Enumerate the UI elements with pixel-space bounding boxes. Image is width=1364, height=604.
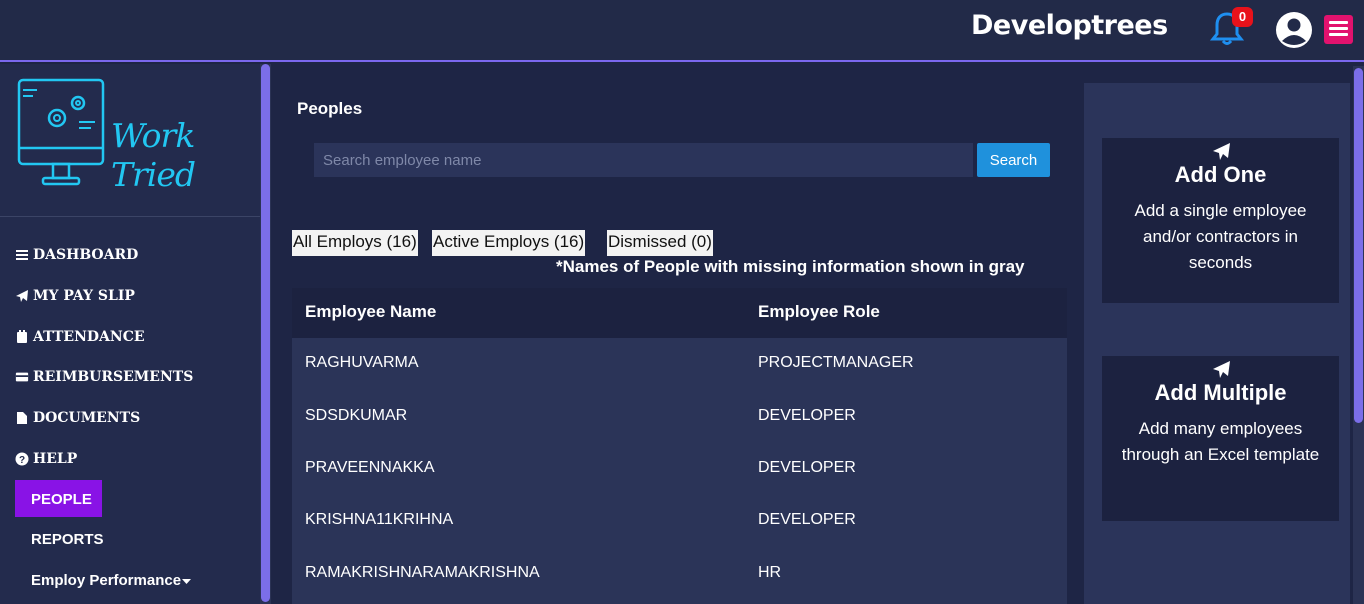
sidebar-item-label: REIMBURSEMENTS — [33, 369, 194, 385]
search-button[interactable]: Search — [977, 143, 1050, 177]
employee-role-cell: DEVELOPER — [758, 459, 856, 476]
sidebar-divider — [0, 216, 260, 217]
sidebar-item-documents[interactable]: DOCUMENTS — [15, 410, 140, 426]
main-scrollbar-thumb[interactable] — [1354, 68, 1363, 423]
sidebar-item-label: PEOPLE — [31, 491, 92, 508]
menu-line — [1329, 27, 1348, 30]
table-row[interactable]: PRAVEENNAKKA DEVELOPER — [292, 443, 1067, 495]
employee-name-cell[interactable]: KRISHNA11KRIHNA — [305, 511, 453, 529]
table-body: RAGHUVARMA PROJECTMANAGER SDSDKUMAR DEVE… — [292, 338, 1067, 604]
table-row[interactable]: SDSDKUMAR DEVELOPER — [292, 391, 1067, 443]
employee-name-cell[interactable]: SDSDKUMAR — [305, 407, 407, 425]
employee-role-cell: DEVELOPER — [758, 407, 856, 424]
sidebar-item-label: DASHBOARD — [33, 247, 139, 263]
filter-dismissed[interactable]: Dismissed (0) — [607, 230, 713, 256]
add-multiple-description: Add many employees through an Excel temp… — [1121, 419, 1320, 464]
brand-title: Developtrees — [971, 10, 1168, 41]
table-row[interactable]: RAMAKRISHNARAMAKRISHNA HR — [292, 548, 1067, 600]
employee-role-cell: DEVELOPER — [758, 511, 856, 528]
sidebar-item-attendance[interactable]: ATTENDANCE — [15, 329, 145, 345]
hamburger-menu-button[interactable] — [1324, 15, 1353, 44]
menu-line — [1329, 33, 1348, 36]
sidebar-item-help[interactable]: ? HELP — [15, 451, 77, 467]
question-circle-icon: ? — [15, 452, 29, 466]
credit-card-icon — [15, 372, 29, 382]
add-one-title: Add One — [1174, 162, 1267, 187]
sidebar-scrollbar-thumb[interactable] — [261, 64, 270, 602]
sidebar-scrollbar[interactable] — [260, 64, 271, 604]
filter-all-employs[interactable]: All Employs (16) — [292, 230, 418, 256]
sidebar-item-employ-performance[interactable]: Employ Performance — [31, 572, 192, 589]
sidebar-item-reimbursements[interactable]: REIMBURSEMENTS — [15, 369, 193, 385]
employee-name-cell[interactable]: RAMAKRISHNARAMAKRISHNA — [305, 564, 540, 582]
sidebar-item-label: MY PAY SLIP — [33, 288, 135, 304]
sidebar-item-my-pay-slip[interactable]: MY PAY SLIP — [15, 288, 135, 304]
menu-line — [1329, 21, 1348, 24]
sidebar-item-people[interactable]: PEOPLE — [15, 480, 102, 517]
table-row[interactable]: KRISHNA11KRIHNA DEVELOPER — [292, 495, 1067, 547]
filter-active-employs[interactable]: Active Employs (16) — [432, 230, 586, 256]
sidebar-item-label: Employ Performance — [31, 572, 182, 589]
logo-text: Work Tried — [111, 116, 196, 194]
table-row[interactable]: RAGHUVARMA PROJECTMANAGER — [292, 338, 1067, 390]
missing-info-note: *Names of People with missing informatio… — [556, 257, 1025, 276]
page-title: Peoples — [297, 99, 363, 118]
user-avatar-icon[interactable] — [1275, 11, 1313, 49]
paper-plane-icon — [1212, 143, 1230, 160]
notification-count-badge: 0 — [1232, 7, 1253, 27]
sidebar-item-label: DOCUMENTS — [33, 410, 141, 426]
add-one-description: Add a single employee and/or contractors… — [1134, 201, 1307, 272]
calendar-icon — [17, 330, 27, 343]
add-one-card[interactable]: Add One Add a single employee and/or con… — [1102, 138, 1339, 303]
employee-name-cell[interactable]: RAGHUVARMA — [305, 354, 419, 372]
sidebar-item-label: HELP — [33, 451, 78, 467]
paper-plane-icon — [1212, 361, 1230, 378]
employee-role-cell: HR — [758, 564, 782, 581]
column-header-role[interactable]: Employee Role — [758, 302, 880, 322]
paper-plane-icon — [16, 290, 28, 302]
caret-down-icon — [182, 579, 192, 584]
top-bar: Developtrees 0 — [0, 0, 1364, 62]
sidebar-item-label: REPORTS — [31, 531, 104, 548]
sidebar-item-dashboard[interactable]: DASHBOARD — [15, 247, 138, 263]
file-icon — [17, 412, 27, 424]
svg-text:?: ? — [19, 455, 25, 466]
add-multiple-title: Add Multiple — [1154, 380, 1287, 405]
employee-name-cell[interactable]: PRAVEENNAKKA — [305, 459, 435, 477]
sidebar-item-reports[interactable]: REPORTS — [31, 531, 104, 548]
table-header: Employee Name Employee Role — [292, 288, 1067, 338]
main-scrollbar[interactable] — [1353, 66, 1364, 604]
employee-table: Employee Name Employee Role RAGHUVARMA P… — [292, 288, 1067, 604]
sidebar: Work Tried DASHBOARD MY PAY SLIP ATTENDA… — [0, 64, 260, 604]
bars-icon — [16, 250, 28, 260]
sidebar-item-label: ATTENDANCE — [33, 329, 145, 345]
add-multiple-card[interactable]: Add Multiple Add many employees through … — [1102, 356, 1339, 521]
search-employee-input[interactable] — [314, 143, 973, 177]
employee-role-cell: PROJECTMANAGER — [758, 354, 914, 371]
column-header-name[interactable]: Employee Name — [305, 302, 436, 322]
